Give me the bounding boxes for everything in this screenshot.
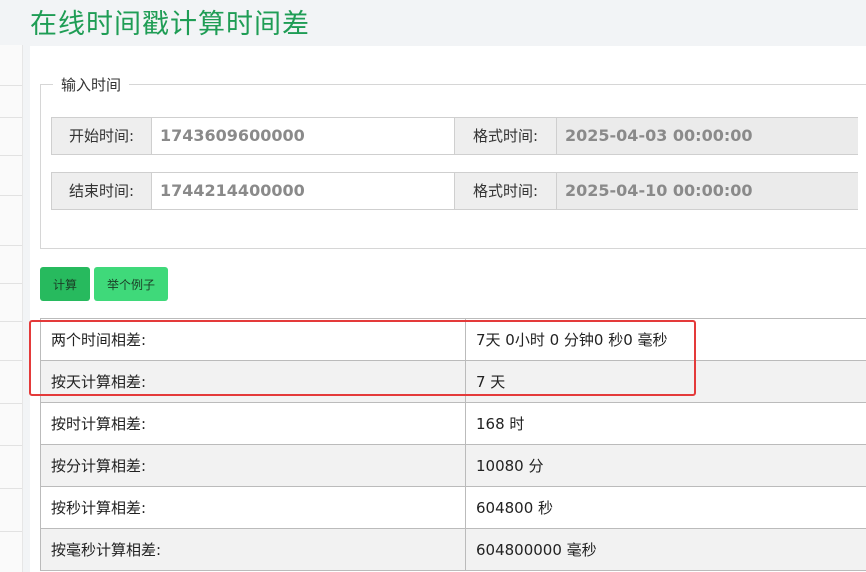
end-time-row: 结束时间: 1744214400000 格式时间: 2025-04-10 00:…: [51, 172, 858, 210]
result-value: 7 天: [465, 360, 866, 403]
input-time-fieldset: 输入时间: [40, 74, 866, 249]
table-row: 按分计算相差: 10080 分: [40, 444, 866, 487]
start-formatted-time-field: 2025-04-03 00:00:00: [556, 117, 858, 155]
result-label: 按分计算相差:: [40, 444, 466, 487]
sidebar-divider: [0, 321, 22, 322]
start-format-label: 格式时间:: [454, 117, 557, 155]
calculator-panel: 输入时间 开始时间: 1743609600000 格式时间: 2025-04-0…: [30, 46, 866, 572]
sidebar-divider: [0, 445, 22, 446]
sidebar-divider: [0, 195, 22, 196]
result-label: 按天计算相差:: [40, 360, 466, 403]
table-row: 两个时间相差: 7天 0小时 0 分钟0 秒0 毫秒: [40, 318, 866, 361]
sidebar-divider: [0, 531, 22, 532]
start-timestamp-input[interactable]: 1743609600000: [151, 117, 455, 155]
start-time-row: 开始时间: 1743609600000 格式时间: 2025-04-03 00:…: [51, 117, 858, 155]
end-formatted-time-field: 2025-04-10 00:00:00: [556, 172, 858, 210]
result-value: 604800000 毫秒: [465, 528, 866, 571]
result-value: 604800 秒: [465, 486, 866, 529]
end-format-label: 格式时间:: [454, 172, 557, 210]
results-table: 两个时间相差: 7天 0小时 0 分钟0 秒0 毫秒 按天计算相差: 7 天 按…: [40, 318, 866, 571]
result-value: 168 时: [465, 402, 866, 445]
result-value: 7天 0小时 0 分钟0 秒0 毫秒: [465, 318, 866, 361]
table-row: 按天计算相差: 7 天: [40, 360, 866, 403]
fieldset-legend: 输入时间: [61, 76, 122, 94]
page-title: 在线时间戳计算时间差: [30, 9, 310, 40]
sidebar-divider: [0, 360, 22, 361]
sidebar-divider: [0, 488, 22, 489]
end-timestamp-input[interactable]: 1744214400000: [151, 172, 455, 210]
table-row: 按时计算相差: 168 时: [40, 402, 866, 445]
calculate-button[interactable]: 计算: [40, 267, 90, 301]
sidebar-divider: [0, 85, 22, 86]
result-label: 按毫秒计算相差:: [40, 528, 466, 571]
sidebar-divider: [0, 403, 22, 404]
table-row: 按秒计算相差: 604800 秒: [40, 486, 866, 529]
end-time-label: 结束时间:: [51, 172, 152, 210]
result-label: 两个时间相差:: [40, 318, 466, 361]
sidebar-divider: [0, 245, 22, 246]
result-value: 10080 分: [465, 444, 866, 487]
start-time-label: 开始时间:: [51, 117, 152, 155]
sidebar-divider: [0, 117, 22, 118]
result-label: 按时计算相差:: [40, 402, 466, 445]
table-row: 按毫秒计算相差: 604800000 毫秒: [40, 528, 866, 571]
sidebar-divider: [0, 283, 22, 284]
sidebar-divider: [0, 155, 22, 156]
example-button[interactable]: 举个例子: [94, 267, 168, 301]
result-label: 按秒计算相差:: [40, 486, 466, 529]
left-sidebar-edge: [0, 45, 23, 572]
